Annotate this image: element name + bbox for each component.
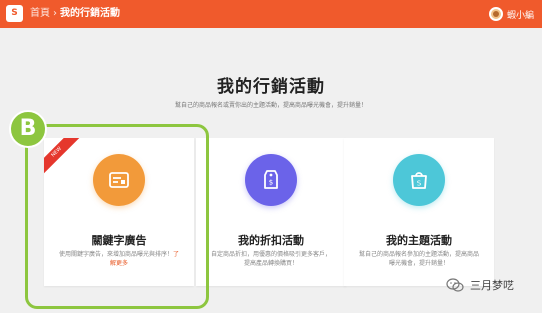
discount-campaign-title: 我的折扣活動	[238, 234, 304, 247]
price-tag-icon: $	[245, 154, 297, 206]
shopee-logo-icon[interactable]: S	[6, 5, 23, 22]
shopping-bag-svg-icon: S	[411, 172, 427, 189]
svg-text:S: S	[417, 180, 422, 188]
svg-text:$: $	[269, 179, 273, 187]
username-label: 蝦小編	[506, 10, 534, 21]
page-subtitle: 幫自己的商品報名或賣你出的主題活動，提高商品曝光機會，提升銷量！	[174, 102, 367, 109]
highlight-frame	[25, 124, 209, 309]
watermark-text: 三月梦呓	[470, 279, 514, 292]
theme-campaign-description: 幫自己的商品報名參加的主題活動，提高商品曝光機會，提升銷量！	[358, 251, 479, 267]
theme-campaign-title: 我的主題活動	[386, 234, 452, 247]
price-tag-svg-icon: $	[264, 170, 278, 189]
page-title: 我的行銷活動	[217, 77, 325, 97]
discount-campaign-card[interactable]: $ 我的折扣活動 自定商品折扣，用優惠的價格吸引更多客戶，提高產品轉換購買！	[196, 138, 346, 286]
shopping-bag-icon: S	[393, 154, 445, 206]
theme-campaign-card[interactable]: S 我的主題活動 幫自己的商品報名參加的主題活動，提高商品曝光機會，提升銷量！	[344, 138, 494, 286]
user-menu[interactable]: 蝦小編	[488, 6, 534, 22]
watermark: 三月梦呓	[446, 276, 514, 294]
discount-campaign-description: 自定商品折扣，用優惠的價格吸引更多客戶，提高產品轉換購買！	[210, 251, 331, 267]
breadcrumb-separator: ›	[53, 8, 57, 19]
avatar	[488, 7, 503, 21]
top-navigation-bar: S 首頁 › 我的行銷活動 蝦小編	[0, 0, 542, 28]
annotation-badge: B	[9, 110, 47, 148]
wechat-icon	[446, 278, 464, 292]
breadcrumb: 首頁 › 我的行銷活動	[30, 7, 120, 21]
breadcrumb-home-link[interactable]: 首頁	[30, 8, 50, 19]
breadcrumb-current-page: 我的行銷活動	[60, 8, 120, 19]
